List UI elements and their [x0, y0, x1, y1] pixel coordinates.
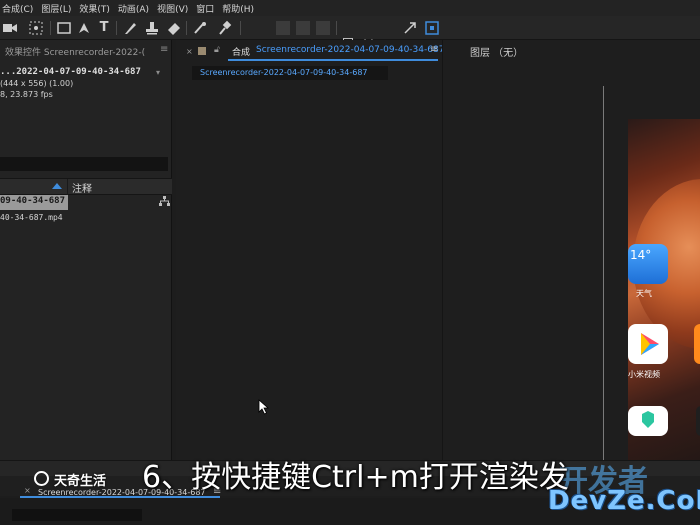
- eraser-icon[interactable]: [166, 20, 182, 36]
- watermark-right: DevZe.CoM: [548, 486, 700, 516]
- watermark-left: 天奇生活: [54, 474, 107, 489]
- comp-breadcrumb-item[interactable]: Screenrecorder-2022-04-07-09-40-34-687: [200, 68, 368, 77]
- text-tool-icon[interactable]: T: [96, 20, 112, 36]
- pen-tool-icon[interactable]: [76, 20, 92, 36]
- tools-toolbar: T 对齐: [0, 16, 700, 51]
- comp-panel-menu-icon[interactable]: ≡: [430, 44, 438, 55]
- timeline-search-input[interactable]: [12, 509, 142, 521]
- puppet-pin-icon[interactable]: [216, 20, 232, 36]
- axis-mode-local-icon[interactable]: [276, 21, 290, 35]
- axis-mode-world-icon[interactable]: [296, 21, 310, 35]
- layer-panel-title[interactable]: 图层 （无）: [470, 44, 523, 59]
- project-search-input[interactable]: [0, 157, 168, 171]
- brush-tool-icon[interactable]: [122, 20, 138, 36]
- orange-app-icon: [694, 324, 700, 364]
- weather-app-label: 天气: [636, 289, 652, 298]
- close-comp-tab-icon[interactable]: ×: [186, 47, 193, 56]
- project-item-selected-label: 09-40-34-687: [0, 196, 66, 206]
- menu-window[interactable]: 窗口: [194, 2, 220, 15]
- rectangle-tool-icon[interactable]: [56, 20, 72, 36]
- panel-menu-icon[interactable]: ≡: [160, 44, 168, 55]
- snap-arrow-icon[interactable]: [402, 20, 418, 36]
- comment-column-header[interactable]: 注释: [72, 180, 92, 195]
- menu-view[interactable]: 视图(V): [155, 2, 194, 15]
- comp-panel-title: 合成: [232, 48, 251, 58]
- project-item-footage[interactable]: 40-34-687.mp4: [0, 213, 63, 222]
- pan-behind-icon[interactable]: [28, 20, 44, 36]
- menu-help[interactable]: 帮助(H): [220, 2, 260, 15]
- video-app-icon: [628, 324, 668, 364]
- effect-controls-tab[interactable]: 效果控件 Screenrecorder-2022-(: [5, 45, 145, 58]
- comp-frame-info: 8, 23.873 fps: [0, 90, 53, 99]
- security-app-icon: [628, 406, 668, 436]
- menu-composition[interactable]: 合成(C): [0, 2, 39, 15]
- close-timeline-tab-icon[interactable]: ×: [24, 486, 31, 495]
- tutorial-caption: 6、按快捷键Ctrl+m打开渲染发: [142, 460, 569, 495]
- sort-ascending-icon[interactable]: [52, 183, 62, 189]
- project-column-header: 注释: [0, 178, 172, 196]
- menu-effect[interactable]: 效果(T): [77, 2, 116, 15]
- lock-icon[interactable]: 🔓︎: [214, 45, 220, 55]
- flowchart-icon[interactable]: [159, 196, 170, 207]
- viewer-guide-line: [603, 86, 604, 460]
- clone-stamp-icon[interactable]: [144, 20, 160, 36]
- comp-dimensions: (444 x 556) (1.00): [0, 79, 74, 88]
- menu-layer[interactable]: 图层(L): [39, 2, 77, 15]
- camera-icon[interactable]: [2, 20, 18, 36]
- comp-color-swatch: [198, 47, 206, 55]
- effect-comp-name: ...2022-04-07-09-40-34-687: [0, 67, 141, 77]
- dropdown-arrow-icon[interactable]: ▾: [156, 68, 160, 77]
- composition-panel: × 🔓︎ 合成 Screenrecorder-2022-04-07-09-40-…: [176, 40, 444, 460]
- effect-controls-panel: 效果控件 Screenrecorder-2022-( ≡ ...2022-04-…: [0, 40, 172, 460]
- weather-temperature: 14°: [630, 248, 652, 262]
- menu-animation[interactable]: 动画(A): [116, 2, 155, 15]
- dark-app-icon: [696, 406, 700, 436]
- video-app-label: 小米视频: [628, 370, 660, 379]
- snap-target-icon[interactable]: [424, 20, 440, 36]
- footage-preview: 14° 天气 小米视频: [628, 119, 700, 460]
- roto-brush-icon[interactable]: [192, 20, 208, 36]
- menu-bar: 合成(C) 图层(L) 效果(T) 动画(A) 视图(V) 窗口 帮助(H): [0, 0, 700, 16]
- mouse-cursor-icon: [258, 399, 270, 418]
- watermark-search-icon: [34, 471, 49, 486]
- comp-tab[interactable]: Screenrecorder-2022-04-07-09-40-34-687: [256, 45, 444, 55]
- axis-mode-view-icon[interactable]: [316, 21, 330, 35]
- comp-viewer[interactable]: [176, 85, 442, 460]
